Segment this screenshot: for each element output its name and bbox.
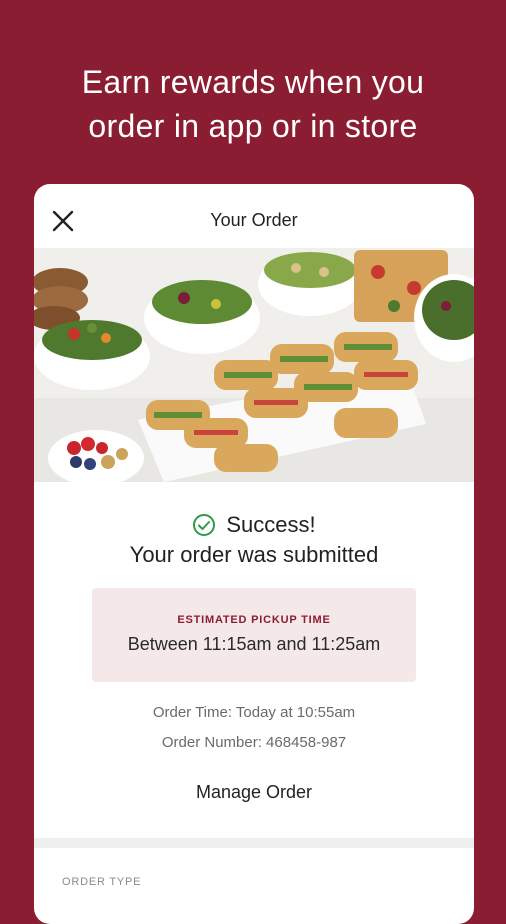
pickup-time-label: ESTIMATED PICKUP TIME xyxy=(177,614,331,626)
order-number: Order Number: 468458-987 xyxy=(161,734,347,751)
manage-order-button[interactable]: Manage Order xyxy=(34,782,474,803)
success-subtitle: Your order was submitted xyxy=(129,542,379,567)
pickup-time-box: ESTIMATED PICKUP TIME Between 11:15am an… xyxy=(92,588,416,682)
order-header: Your Order xyxy=(34,184,474,248)
order-card: Your Order Success! Your order was submi… xyxy=(34,184,474,924)
success-label: Success! xyxy=(226,512,316,537)
check-circle-icon xyxy=(193,514,216,536)
order-type-label: ORDER TYPE xyxy=(62,876,142,888)
food-hero-image xyxy=(34,248,474,482)
promo-headline-line2: order in app or in store xyxy=(88,108,418,144)
promo-headline: Earn rewards when you order in app or in… xyxy=(0,60,506,148)
section-divider xyxy=(34,838,474,848)
pickup-time-value: Between 11:15am and 11:25am xyxy=(127,634,381,654)
success-message: Success! Your order was submitted xyxy=(34,512,474,568)
page-title: Your Order xyxy=(210,210,298,230)
promo-headline-line1: Earn rewards when you xyxy=(81,64,425,100)
order-time: Order Time: Today at 10:55am xyxy=(152,704,356,721)
